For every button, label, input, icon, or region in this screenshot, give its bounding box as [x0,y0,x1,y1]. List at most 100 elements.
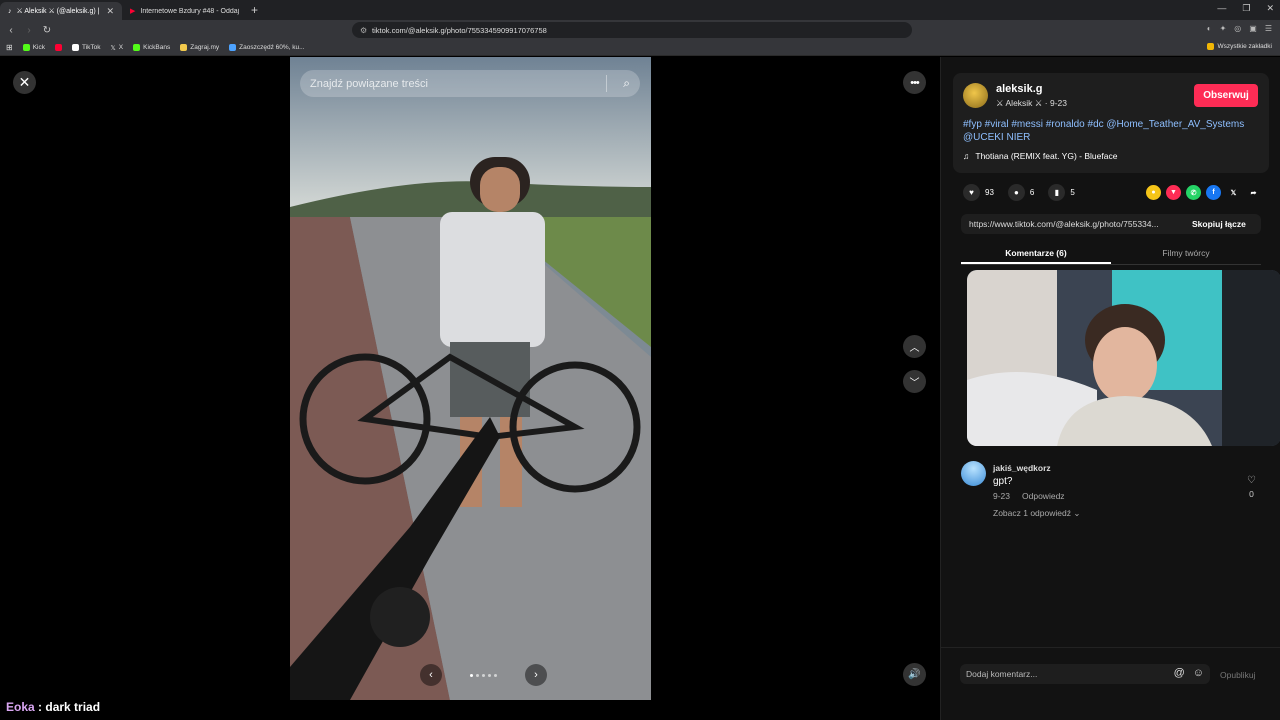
x-icon: 𝕏 [110,44,116,52]
comment-placeholder: Dodaj komentarz... [966,669,1038,679]
comment-input[interactable]: Dodaj komentarz... @ ☺ [960,664,1210,684]
search-divider [606,75,607,92]
reply-button[interactable]: Odpowiedz [1022,491,1065,501]
music-title: Thotiana (REMIX feat. YG) - Blueface [975,151,1118,161]
bookmark-deal[interactable]: Zaoszczędź 60%, ku... [229,44,305,51]
more-options-button[interactable]: ••• [903,71,926,94]
chevron-down-icon: ⌄ [1073,508,1081,518]
comment-like-button[interactable]: ♡ 0 [1247,475,1256,499]
commenter-username[interactable]: jakiś_wędkorz [993,463,1051,473]
search-icon[interactable]: ⌕ [623,76,630,91]
previous-post-button[interactable]: ︿ [903,335,926,358]
carousel-dot[interactable] [488,673,491,677]
volume-button[interactable]: 🔊 [903,663,926,686]
extension-icon[interactable]: ◎ [1234,24,1241,33]
carousel-prev-button[interactable]: ‹ [420,664,442,686]
comment-date: 9-23 [993,491,1011,501]
apps-icon[interactable]: ⊞ [6,43,13,52]
commenter-avatar[interactable] [961,461,986,486]
close-viewer-button[interactable]: ✕ [13,71,36,94]
carousel-next-button[interactable]: › [525,664,547,686]
bookmark-x[interactable]: 𝕏X [111,44,124,52]
more-icon: ••• [910,76,920,89]
carousel-dot[interactable] [494,673,497,677]
emoji-icon[interactable]: ☺ [1193,667,1204,679]
author-username[interactable]: aleksik.g [996,83,1042,95]
post-photo[interactable]: Znajdź powiązane treści ⌕ ‹ › [290,57,651,700]
carousel-dot[interactable] [482,673,485,677]
share-arrow-icon[interactable]: ➦ [1246,185,1261,200]
details-panel: aleksik.g ⚔ Aleksik ⚔ · 9-23 Obserwuj #f… [940,57,1280,720]
carousel-dot[interactable] [470,673,473,677]
extension-icon[interactable]: ◐ [1207,24,1212,33]
composer-icons: @ ☺ [1174,667,1204,679]
all-bookmarks[interactable]: Wszystkie zakładki [1207,43,1272,50]
comment-meta: 9-23 Odpowiedz [993,491,1065,501]
like-stat[interactable]: ♥ 93 [963,184,994,201]
copy-link-button[interactable]: Skopiuj łącze [1181,219,1246,229]
comment-composer: Dodaj komentarz... @ ☺ Opublikuj [941,647,1280,720]
extension-icon[interactable]: ▣ [1249,24,1257,33]
x-share-icon[interactable]: 𝕏 [1226,185,1241,200]
engagement-stats: ♥ 93 ● 6 ▮ 5 [963,184,1075,201]
copy-link-row: https://www.tiktok.com/@aleksik.g/photo/… [961,214,1261,234]
stream-chat-overlay: Eoka : dark triad [6,700,100,714]
chat-username: Eoka [6,700,35,714]
tab-youtube[interactable]: ▶ Internetowe Bzdury #48 - Oddaj mi t [122,2,247,20]
extension-icon[interactable]: ✦ [1220,24,1227,33]
carousel-dot[interactable] [476,673,479,677]
carousel-controls: ‹ › [420,664,547,686]
post-date: 9-23 [1049,98,1067,108]
menu-icon[interactable]: ☰ [1265,24,1272,33]
kickbans-icon [133,44,141,51]
save-count: 5 [1070,188,1075,197]
youtube-icon [54,44,62,51]
address-bar[interactable]: ⚙ tiktok.com/@aleksik.g/photo/7553345909… [352,22,912,38]
publish-button[interactable]: Opublikuj [1220,670,1255,680]
minimize-icon[interactable]: — [1217,3,1226,14]
see-replies-button[interactable]: Zobacz 1 odpowiedź ⌄ [993,508,1080,519]
chevron-left-icon: ‹ [429,669,433,681]
bookmark-kick[interactable]: Kick [22,44,45,51]
site-info-icon[interactable]: ⚙ [360,26,367,35]
bookmark-tiktok[interactable]: TikTok [71,44,101,51]
forward-icon[interactable]: › [22,25,36,36]
follow-button[interactable]: Obserwuj [1194,84,1258,107]
chevron-up-icon: ︿ [909,343,920,354]
bookmark-zagraj[interactable]: Zagraj.my [180,44,219,51]
heart-icon: ♥ [963,184,980,201]
chat-separator: : [34,700,46,714]
music-note-icon: ♫ [963,151,970,161]
bookmark-icon: ▮ [1048,184,1066,201]
author-avatar[interactable] [963,83,988,108]
tab-close-icon[interactable]: ✕ [106,6,114,17]
window-close-icon[interactable]: ✕ [1266,3,1274,14]
window-controls: — ❐ ✕ [1217,3,1274,14]
save-stat[interactable]: ▮ 5 [1048,184,1075,201]
restore-icon[interactable]: ❐ [1242,3,1250,14]
volume-icon: 🔊 [908,669,921,680]
post-description[interactable]: #fyp #viral #messi #ronaldo #dc @Home_Te… [963,118,1263,144]
facebook-icon[interactable]: f [1206,185,1221,200]
next-post-button[interactable]: ﹀ [903,370,926,393]
tab-tiktok[interactable]: ♪ ⚔ Aleksik ⚔ (@aleksik.g) | T ✕ [0,2,122,20]
heart-outline-icon: ♡ [1247,475,1256,486]
bookmark-kickbans[interactable]: KickBans [133,44,170,51]
mention-icon[interactable]: @ [1174,667,1185,679]
whatsapp-icon[interactable]: ✆ [1186,185,1201,200]
bookmarks-bar: ⊞ Kick TikTok 𝕏X KickBans Zagraj.my Zaos… [0,40,1280,56]
tiktok-icon [71,44,79,51]
send-icon[interactable]: ▼ [1166,185,1181,200]
streamer-webcam-overlay [967,270,1280,446]
music-link[interactable]: ♫ Thotiana (REMIX feat. YG) - Blueface [963,151,1117,161]
coin-icon[interactable]: ● [1146,185,1161,200]
tab-title: Internetowe Bzdury #48 - Oddaj mi t [140,7,239,15]
comment-stat[interactable]: ● 6 [1007,184,1034,201]
new-tab-button[interactable]: + [251,3,258,17]
back-icon[interactable]: ‹ [4,25,18,36]
reload-icon[interactable]: ↻ [40,25,54,36]
tab-comments[interactable]: Komentarze (6) [961,243,1111,264]
related-search-input[interactable]: Znajdź powiązane treści ⌕ [300,70,640,97]
bookmark-youtube[interactable] [54,44,62,51]
tab-creator-videos[interactable]: Filmy twórcy [1111,243,1261,264]
